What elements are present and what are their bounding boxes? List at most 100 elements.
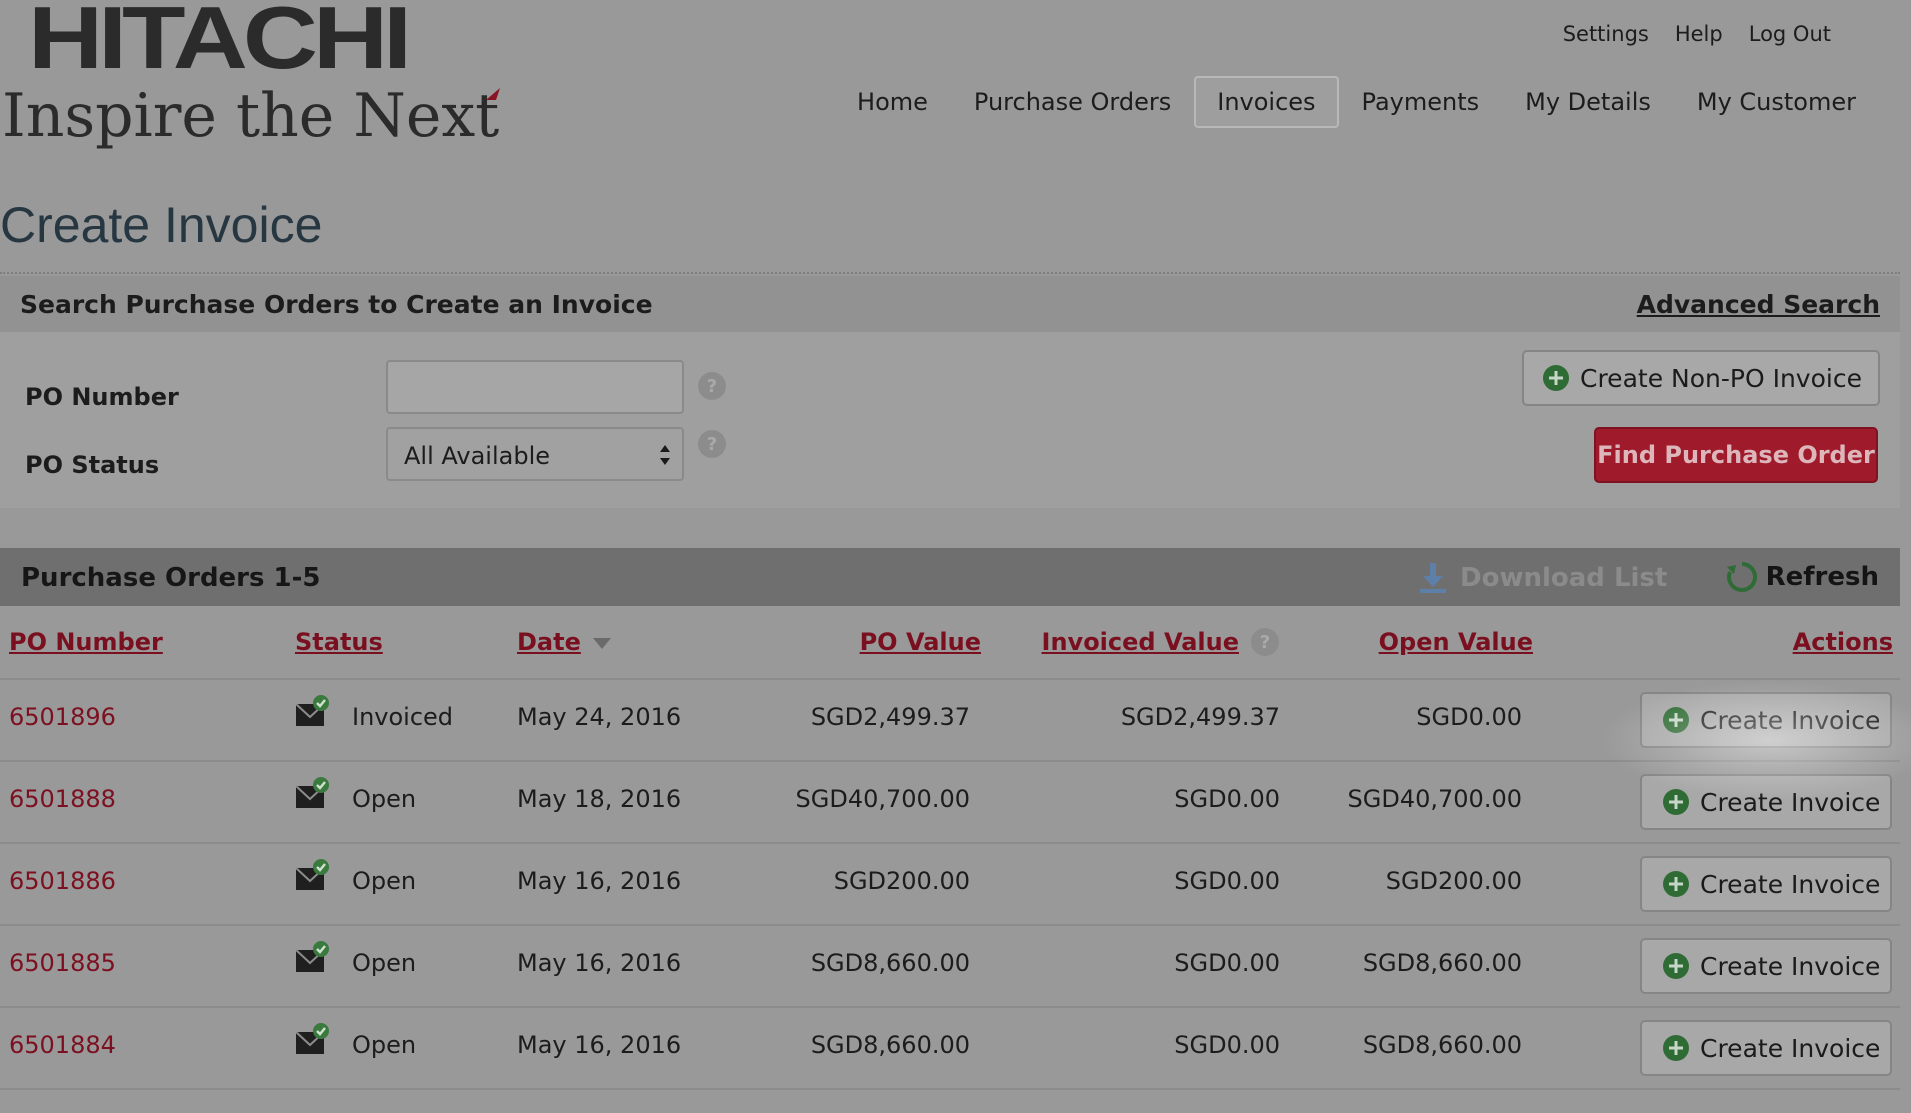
refresh-label: Refresh	[1765, 562, 1879, 592]
po-value: SGD40,700.00	[795, 785, 970, 813]
col-header-invoiced-value[interactable]: Invoiced Value	[1042, 628, 1239, 656]
download-list-label: Download List	[1460, 563, 1668, 593]
invoiced-value: SGD0.00	[1174, 867, 1280, 895]
plus-circle-icon	[1663, 953, 1689, 979]
create-invoice-label: Create Invoice	[1700, 787, 1881, 817]
logo-accent-mark	[486, 88, 500, 100]
po-number-link[interactable]: 6501888	[9, 785, 116, 813]
col-header-status[interactable]: Status	[295, 628, 383, 656]
search-panel-header: Search Purchase Orders to Create an Invo…	[0, 276, 1900, 332]
col-header-open-value[interactable]: Open Value	[1379, 628, 1533, 656]
col-header-po-value[interactable]: PO Value	[860, 628, 981, 656]
open-value: SGD8,660.00	[1362, 1031, 1522, 1059]
refresh-circle-icon	[1726, 562, 1757, 592]
plus-circle-icon	[1663, 707, 1689, 733]
po-number-input[interactable]	[386, 360, 684, 414]
plus-circle-icon	[1663, 789, 1689, 815]
svg-text:?: ?	[707, 434, 717, 455]
po-number-help-icon[interactable]: ?	[697, 371, 727, 401]
create-invoice-button[interactable]: Create Invoice	[1640, 856, 1892, 912]
status-text: Open	[352, 785, 417, 813]
table-row: 6501884 Open May 16, 2016 SGD8,660.00 SG…	[0, 1006, 1900, 1090]
po-number-link[interactable]: 6501884	[9, 1031, 116, 1059]
po-number-label: PO Number	[25, 383, 179, 411]
table-row: 6501886 Open May 16, 2016 SGD200.00 SGD0…	[0, 842, 1900, 924]
status-text: Open	[352, 867, 417, 895]
svg-text:?: ?	[1260, 632, 1270, 653]
envelope-check-icon	[295, 695, 329, 726]
utility-nav: Settings Help Log Out	[1563, 22, 1831, 46]
po-number-link[interactable]: 6501886	[9, 867, 116, 895]
logo-wordmark: HITACHI	[28, 0, 412, 88]
create-invoice-label: Create Invoice	[1700, 951, 1881, 981]
open-value: SGD0.00	[1416, 703, 1522, 731]
create-invoice-label: Create Invoice	[1700, 869, 1881, 899]
col-header-date[interactable]: Date	[517, 628, 581, 656]
invoiced-value-help-icon[interactable]: ?	[1250, 627, 1280, 657]
create-invoice-button[interactable]: Create Invoice	[1640, 938, 1892, 994]
create-invoice-button[interactable]: Create Invoice	[1640, 774, 1892, 830]
po-status-help-icon[interactable]: ?	[697, 429, 727, 459]
po-date: May 24, 2016	[517, 703, 682, 731]
logo-tagline: Inspire the Next	[2, 81, 500, 151]
invoiced-value: SGD0.00	[1174, 1031, 1280, 1059]
find-purchase-order-button[interactable]: Find Purchase Order	[1594, 427, 1878, 483]
po-number-link[interactable]: 6501885	[9, 949, 116, 977]
open-value: SGD40,700.00	[1347, 785, 1522, 813]
search-panel: Search Purchase Orders to Create an Invo…	[0, 276, 1900, 508]
po-number-link[interactable]: 6501896	[9, 703, 116, 731]
create-invoice-button[interactable]: Create Invoice	[1640, 692, 1892, 748]
open-value: SGD8,660.00	[1362, 949, 1522, 977]
po-value: SGD2,499.37	[810, 703, 970, 731]
create-invoice-label: Create Invoice	[1700, 705, 1881, 735]
po-date: May 16, 2016	[517, 867, 682, 895]
purchase-orders-count-heading: Purchase Orders 1-5	[21, 563, 321, 593]
create-invoice-label: Create Invoice	[1700, 1033, 1881, 1063]
nav-payments[interactable]: Payments	[1339, 76, 1503, 128]
po-value: SGD8,660.00	[810, 949, 970, 977]
col-header-po-number[interactable]: PO Number	[9, 628, 163, 656]
create-non-po-invoice-label: Create Non-PO Invoice	[1580, 363, 1862, 393]
po-date: May 18, 2016	[517, 785, 682, 813]
open-value: SGD200.00	[1385, 867, 1522, 895]
main-nav: Home Purchase Orders Invoices Payments M…	[834, 76, 1879, 128]
search-panel-heading: Search Purchase Orders to Create an Invo…	[20, 290, 653, 319]
nav-purchase-orders[interactable]: Purchase Orders	[951, 76, 1194, 128]
download-list-button[interactable]: Download List	[1418, 561, 1667, 595]
envelope-check-icon	[295, 941, 329, 972]
sort-desc-icon[interactable]	[592, 636, 612, 650]
po-value: SGD8,660.00	[810, 1031, 970, 1059]
hitachi-logo: HITACHI Inspire the Next	[0, 0, 520, 160]
invoiced-value: SGD0.00	[1174, 949, 1280, 977]
advanced-search-link[interactable]: Advanced Search	[1637, 290, 1880, 319]
nav-my-details[interactable]: My Details	[1502, 76, 1674, 128]
select-arrows-icon	[660, 445, 670, 465]
create-non-po-invoice-button[interactable]: Create Non-PO Invoice	[1522, 350, 1880, 406]
po-status-select[interactable]: All Available	[386, 427, 684, 481]
nav-home[interactable]: Home	[834, 76, 951, 128]
title-divider	[0, 272, 1900, 274]
nav-my-customer[interactable]: My Customer	[1674, 76, 1879, 128]
plus-circle-icon	[1663, 1035, 1689, 1061]
po-status-selected-value: All Available	[404, 442, 551, 470]
invoiced-value: SGD2,499.37	[1120, 703, 1280, 731]
envelope-check-icon	[295, 859, 329, 890]
create-invoice-button[interactable]: Create Invoice	[1640, 1020, 1892, 1076]
purchase-orders-table: 6501896 Invoiced May 24, 2016 SGD2,499.3…	[0, 678, 1900, 1090]
table-row: 6501888 Open May 18, 2016 SGD40,700.00 S…	[0, 760, 1900, 842]
po-date: May 16, 2016	[517, 949, 682, 977]
envelope-check-icon	[295, 777, 329, 808]
refresh-button[interactable]: Refresh	[1726, 561, 1879, 593]
col-header-actions: Actions	[1792, 628, 1893, 656]
po-value: SGD200.00	[833, 867, 970, 895]
purchase-orders-list-header: Purchase Orders 1-5 Download List Refres…	[0, 548, 1900, 606]
nav-invoices[interactable]: Invoices	[1194, 76, 1339, 128]
po-status-label: PO Status	[25, 451, 160, 479]
help-link[interactable]: Help	[1675, 22, 1723, 46]
status-text: Open	[352, 1031, 417, 1059]
status-text: Invoiced	[352, 703, 454, 731]
logout-link[interactable]: Log Out	[1749, 22, 1831, 46]
plus-circle-icon	[1663, 871, 1689, 897]
invoiced-value: SGD0.00	[1174, 785, 1280, 813]
settings-link[interactable]: Settings	[1563, 22, 1649, 46]
